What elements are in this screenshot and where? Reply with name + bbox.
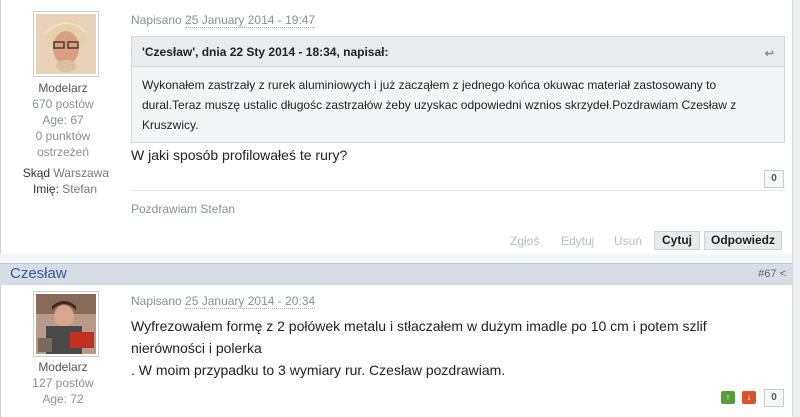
post-content-line: nierówności i polerka: [131, 340, 262, 356]
post-number-text[interactable]: #67: [758, 268, 776, 280]
user-age: Age: 72: [42, 392, 84, 406]
post-2: Modelarz 127 postów Age: 72 Napisano 25 …: [0, 285, 800, 417]
reputation-badge: 0: [764, 389, 784, 407]
post-header: Czesław #67 <: [0, 263, 800, 285]
post-date-value[interactable]: 25 January 2014 - 19:47: [185, 13, 316, 28]
quote-header-text: 'Czesław', dnia 22 Sty 2014 - 18:34, nap…: [142, 45, 389, 59]
quote-block: 'Czesław', dnia 22 Sty 2014 - 18:34, nap…: [131, 36, 785, 143]
vote-up-icon[interactable]: ↑: [721, 391, 735, 404]
post-content: W jaki sposób profilowałeś te rury?: [131, 147, 348, 163]
post-date: Napisano 25 January 2014 - 20:34: [131, 294, 316, 309]
post-date-prefix: Napisano: [131, 13, 182, 27]
user-post-count: 127 postów: [32, 376, 94, 390]
user-meta: Modelarz 127 postów Age: 72: [21, 359, 105, 407]
reply-button[interactable]: Odpowiedz: [704, 231, 782, 250]
post-date-value[interactable]: 25 January 2014 - 20:34: [185, 294, 316, 309]
vote-down-icon[interactable]: ↓: [742, 391, 756, 404]
avatar[interactable]: [33, 11, 99, 77]
post-1: Modelarz 670 postów Age: 67 0 punktów os…: [0, 0, 800, 254]
reputation-badge: 0: [764, 170, 784, 188]
user-name: Imię: Stefan: [11, 180, 97, 198]
user-age: Age: 67: [42, 113, 84, 127]
user-warnings-label: ostrzeżeń: [36, 145, 90, 159]
post-date-prefix: Napisano: [131, 294, 182, 308]
signature-divider: [131, 190, 785, 191]
quote-button[interactable]: Cytuj: [654, 231, 700, 250]
post-content-line: . W moim przypadku to 3 wymiary rur. Cze…: [131, 362, 506, 378]
post-author-link[interactable]: Czesław: [10, 265, 67, 282]
quote-body: Wykonałem zastrzały z rurek aluminiowych…: [142, 78, 737, 132]
avatar-photo-icon: [36, 294, 96, 354]
user-role: Modelarz: [38, 360, 88, 374]
quote-jump-icon[interactable]: ↩: [765, 47, 774, 60]
report-link[interactable]: Zgłoś: [510, 232, 539, 250]
user-post-count: 670 postów: [32, 97, 94, 111]
edit-link[interactable]: Edytuj: [561, 232, 594, 250]
avatar-photo-icon: [36, 14, 96, 74]
post-content: Wyfrezowałem formę z 2 połówek metalu i …: [131, 315, 781, 381]
user-from-value: Warszawa: [53, 166, 109, 180]
post-date: Napisano 25 January 2014 - 19:47: [131, 13, 316, 28]
user-warnings: 0 punktów: [35, 129, 91, 143]
user-name-value: Stefan: [62, 182, 97, 196]
quote-header: 'Czesław', dnia 22 Sty 2014 - 18:34, nap…: [132, 37, 784, 67]
signature: Pozdrawiam Stefan: [131, 202, 236, 216]
delete-link[interactable]: Usuń: [614, 232, 642, 250]
share-icon[interactable]: <: [780, 268, 786, 280]
user-meta: Modelarz 670 postów Age: 67 0 punktów os…: [21, 80, 105, 160]
post-content-line: Wyfrezowałem formę z 2 połówek metalu i …: [131, 318, 707, 334]
scrollbar[interactable]: [792, 0, 800, 417]
post-number[interactable]: #67 <: [758, 268, 786, 280]
user-role: Modelarz: [38, 81, 88, 95]
user-from-label: Skąd: [22, 166, 51, 180]
avatar[interactable]: [33, 291, 99, 357]
user-name-label: Imię:: [32, 182, 59, 196]
